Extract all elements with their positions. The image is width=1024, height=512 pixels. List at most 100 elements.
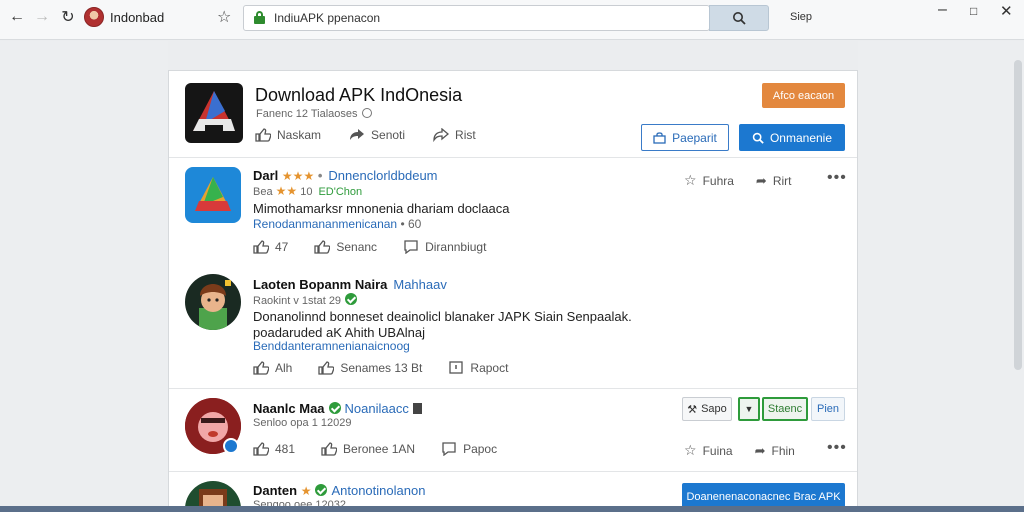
- forward-label: Rist: [455, 128, 476, 142]
- star-outline-icon: ☆: [684, 442, 697, 458]
- forward-icon[interactable]: →: [33, 8, 51, 26]
- thumbs-up-icon: [253, 442, 269, 456]
- primary-button-label: Onmanenie: [769, 130, 833, 145]
- scrollbar[interactable]: [1014, 60, 1022, 370]
- outline-button-label: Paeparit: [672, 130, 717, 145]
- comment-button[interactable]: Dirannbiugt: [403, 240, 486, 254]
- status-button[interactable]: Staenc: [762, 397, 808, 421]
- back-icon[interactable]: ←: [8, 8, 26, 26]
- arrow-forward-icon: [433, 128, 450, 142]
- browser-toolbar: ← → ↻ Indonbad ☆ IndiuAPK ppenacon Siep …: [0, 0, 1024, 40]
- star-outline-icon: ☆: [684, 172, 697, 188]
- bookmark-star-icon[interactable]: ☆: [217, 7, 231, 27]
- post-actions: 47 Senanc Dirannbiugt: [253, 240, 486, 254]
- post-right-actions: ☆ Fuhra ➦ Rirt: [684, 172, 792, 189]
- avatar[interactable]: [185, 167, 241, 223]
- clock-icon: [361, 108, 372, 118]
- more-options-icon[interactable]: •••: [827, 439, 847, 457]
- rating-stars-icon: ★★: [275, 184, 298, 198]
- left-gutter: [0, 41, 168, 512]
- avatar[interactable]: [185, 274, 241, 330]
- comment-icon: [404, 240, 418, 254]
- forward-button[interactable]: Rist: [433, 128, 476, 142]
- post-link[interactable]: Renodanmananmenicanan • 60: [253, 217, 421, 231]
- taskbar: [0, 506, 1024, 512]
- post-right-actions: ☆ Fuina ➦ Fhin: [684, 442, 795, 459]
- post-author[interactable]: Danten ★ Antonotinolanon: [253, 483, 425, 498]
- arrow-forward-icon: ➦: [754, 442, 766, 458]
- comment-button[interactable]: Papoc: [441, 442, 497, 456]
- divider: [169, 471, 857, 472]
- share-label: Senoti: [371, 128, 406, 142]
- verified-icon: [345, 293, 358, 305]
- favorite-button[interactable]: ☆ Fuina: [684, 442, 733, 459]
- site-favicon-icon: [84, 7, 104, 27]
- forward-button[interactable]: ➦ Rirt: [756, 172, 792, 189]
- post-author[interactable]: Naanlc Maa Noanilaacc: [253, 401, 422, 416]
- like-button[interactable]: 481: [253, 442, 295, 456]
- header-actions: Naskam Senoti Rist: [255, 128, 476, 142]
- verified-icon: [328, 402, 341, 414]
- post-actions: 481 Beronee 1AN Papoc: [253, 442, 497, 456]
- thumbs-up-icon: [318, 361, 335, 375]
- pin-button[interactable]: Pien: [811, 397, 845, 421]
- primary-search-button[interactable]: Onmanenie: [739, 124, 845, 151]
- stop-link[interactable]: Siep: [790, 11, 812, 23]
- share-icon: [350, 129, 365, 140]
- right-gutter: [858, 41, 1024, 512]
- lock-icon: [254, 11, 265, 24]
- maximize-icon[interactable]: □: [970, 4, 977, 18]
- thumbs-up-icon: [255, 128, 271, 142]
- verified-badge-icon: [223, 438, 239, 454]
- avatar[interactable]: [185, 398, 241, 454]
- search-icon: [733, 12, 746, 25]
- page-meta: Fanenc 12 Tialaoses: [256, 108, 372, 120]
- outline-button[interactable]: Paeparit: [641, 124, 729, 151]
- divider: [169, 157, 857, 158]
- wrench-icon: ⚒: [687, 403, 698, 416]
- url-text[interactable]: IndiuAPK ppenacon: [274, 11, 380, 25]
- app-logo: [185, 83, 243, 143]
- rating-stars-icon: ★★★: [281, 169, 315, 183]
- forward-button[interactable]: ➦ Fhin: [755, 442, 795, 459]
- dropdown-button[interactable]: ▼: [738, 397, 760, 421]
- reload-icon[interactable]: ↻: [59, 8, 77, 26]
- post-subtitle: Bea ★★ 10 ED'Chon: [253, 184, 363, 198]
- arrow-forward-icon: ➦: [755, 172, 767, 188]
- share-button[interactable]: Beronee 1AN: [321, 442, 415, 456]
- orange-action-button[interactable]: Afco eacaon: [762, 83, 845, 108]
- like-label: Naskam: [277, 128, 322, 142]
- like-button[interactable]: Naskam: [255, 128, 321, 142]
- thumbs-up-icon: [253, 240, 269, 254]
- post-author[interactable]: Darl ★★★ • Dnnenclorldbdeum: [253, 168, 438, 183]
- address-bar[interactable]: IndiuAPK ppenacon: [243, 5, 710, 31]
- share-button[interactable]: Senoti: [349, 128, 405, 142]
- search-button[interactable]: [709, 5, 769, 31]
- share-button[interactable]: Senames 13 Bt: [318, 361, 422, 375]
- report-icon: [449, 361, 464, 374]
- post-author[interactable]: Laoten Bopanm Naira Mahhaav: [253, 277, 447, 292]
- verified-icon: [315, 484, 328, 496]
- report-button[interactable]: Rapoct: [448, 361, 508, 375]
- thumbs-up-icon: [321, 442, 338, 456]
- chevron-down-icon: ▼: [744, 404, 754, 414]
- more-options-icon[interactable]: •••: [827, 169, 847, 187]
- thumbs-up-icon: [253, 361, 269, 375]
- post-body: Mimothamarksr mnonenia dhariam doclaaca: [253, 201, 510, 216]
- thumbs-up-icon: [314, 240, 331, 254]
- close-icon[interactable]: ✕: [1000, 2, 1013, 20]
- comment-icon: [442, 442, 456, 456]
- divider: [169, 388, 857, 389]
- like-button[interactable]: 47: [253, 240, 288, 254]
- post-body: Donanolinnd bonneset deainolicl blanaker…: [253, 309, 632, 324]
- tab-title[interactable]: Indonbad: [110, 10, 164, 25]
- search-icon: [752, 132, 764, 144]
- page-title: Download APK IndOnesia: [255, 85, 463, 105]
- favorite-button[interactable]: ☆ Fuhra: [684, 172, 734, 189]
- like-button[interactable]: Alh: [253, 361, 292, 375]
- tool-button[interactable]: ⚒ Sapo: [682, 397, 732, 421]
- share-button[interactable]: Senanc: [314, 240, 377, 254]
- post-subtitle: Raokint v 1stat 29: [253, 293, 361, 307]
- post-link[interactable]: Benddanteramnenianaicnoog: [253, 339, 410, 353]
- minimize-icon[interactable]: –: [938, 1, 947, 19]
